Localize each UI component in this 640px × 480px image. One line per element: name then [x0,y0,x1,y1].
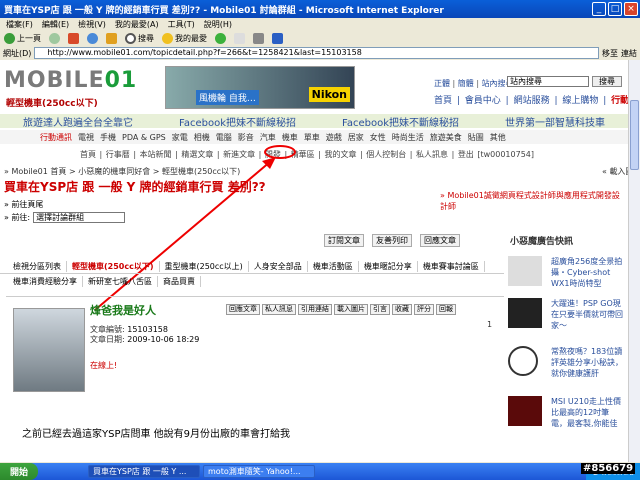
sidebar-ad[interactable]: 常熬夜嗎？183位讀評英雄分享小秘訣，就你健康護肝 [508,346,623,380]
forum-tab[interactable]: 機車消費經驗分享 [8,275,83,287]
laptop-thumbnail [508,396,542,426]
task-item[interactable]: 買車在YSP店 跟 一般 Y ... [88,465,200,478]
reply-button[interactable]: 回應文章 [226,304,260,315]
refresh-button[interactable] [87,32,98,44]
title-bar: 買車在YSP店 跟 一般 Y 牌的經銷車行買 差別?? - Mobile01 討… [0,0,640,18]
task-item[interactable]: moto測車隨笑- Yahoo!... [203,465,315,478]
rate-button[interactable]: 評分 [414,304,434,315]
subscribe-button[interactable]: 訂閱文章 [324,234,364,247]
mail-icon [234,32,245,44]
menu-bar: 檔案(F) 編輯(E) 檢視(V) 我的最愛(A) 工具(T) 說明(H) [0,18,640,30]
back-button[interactable]: 上一頁 [4,32,41,44]
bookmark-button[interactable]: 收藏 [392,304,412,315]
star-icon [162,32,173,44]
forum-tab[interactable]: 重型機車(250cc以上) [160,261,249,272]
job-notice-link[interactable]: » Mobile01誠徵網頁程式設計師與應用程式開發設計師 [440,190,620,212]
forum-tab-selected[interactable]: 輕型機車(250cc以下) [67,261,160,272]
refresh-icon [87,32,98,44]
vertical-scrollbar[interactable] [628,60,640,462]
goto-label: » 前往: [4,213,31,222]
go-button[interactable]: 移至 [602,48,618,59]
window-title: 買車在YSP店 跟 一般 Y 牌的經銷車行買 差別?? - Mobile01 討… [4,5,444,16]
back-arrow-icon [4,32,15,44]
toolbar: 上一頁 搜尋 我的最愛 [0,30,640,46]
search-icon [125,32,136,44]
forum-tabs-row2: 機車消費經驗分享 新研室七嘴八舌區 商品買賣 [0,274,504,288]
goto-forum: » 前往: 選擇討論群組 [4,212,126,223]
close-button[interactable]: × [624,2,638,16]
pm-button[interactable]: 私人訊息 [262,304,296,315]
home-button[interactable] [106,32,117,44]
post-index: 1 [487,320,493,329]
psp-thumbnail [508,298,542,328]
address-input[interactable]: http://www.mobile01.com/topicdetail.php?… [34,47,599,59]
breadcrumb[interactable]: » Mobile01 首頁 > 小惡魔的機車同好會 > 輕型機車(250cc以下… [4,166,240,177]
article-buttons: 訂閱文章 友善列印 回應文章 [324,234,460,247]
reply-article-button[interactable]: 回應文章 [420,234,460,247]
sidebar-ad[interactable]: 超廣角256度全景拍攝・Cyber-shot WX1時尚特型 [508,256,623,290]
post-number: 15103158 [127,325,168,334]
minimize-button[interactable]: _ [592,2,606,16]
maximize-button[interactable]: □ [608,2,622,16]
print-article-button[interactable]: 友善列印 [372,234,412,247]
print-button[interactable] [253,32,264,44]
report-button[interactable]: 回報 [436,304,456,315]
web-page: MOBILE01 輕型機車(250cc以下) 風機輪 自我… Nikon 正體 … [0,60,628,462]
scroll-thumb[interactable] [630,100,639,170]
post-actions: 回應文章 私人訊息 引用連結 載入圖片 引言 收藏 評分 回報 [226,304,456,315]
forum-select[interactable]: 選擇討論群組 [33,212,126,223]
link-button[interactable]: 引用連結 [298,304,332,315]
sidebar-ad[interactable]: MSI U210走上性價比最高的12吋筆電，最客製,你能佳 [508,396,623,436]
home-icon [106,32,117,44]
taskbar: 開始 買車在YSP店 跟 一般 Y ... moto測車隨笑- Yahoo!..… [0,463,640,480]
forum-tab[interactable]: 機車暱記分享 [359,261,418,272]
forward-button[interactable] [49,32,60,44]
load-images-link[interactable]: « 載入圖片 [602,166,628,177]
forward-arrow-icon [49,32,60,44]
avatar[interactable] [13,308,85,392]
sidebar-heading: 小惡魔廣告快訊 [510,237,574,247]
forum-tab[interactable]: 機車活動區 [308,261,359,272]
history-button[interactable] [215,32,226,44]
menu-edit[interactable]: 編輯(E) [42,19,69,30]
address-label: 網址(D) [3,48,32,58]
word-button[interactable] [272,32,283,44]
post-body: 之前已經去過這家YSP店問車 他說有9月份出廠的車會打給我 [22,429,291,440]
forum-tab[interactable]: 檢視分區列表 [8,261,67,272]
search-button[interactable]: 搜尋 [125,32,154,44]
post-author[interactable]: 烽爸我是好人 [90,302,156,318]
post-date: 2009-10-06 18:29 [127,335,200,344]
sidebar-ad[interactable]: 大躍進！PSP GO現在只要半價就可帶回家～ [508,298,623,332]
menu-view[interactable]: 檢視(V) [78,19,106,30]
load-images-button[interactable]: 載入圖片 [334,304,368,315]
forum-tab[interactable]: 新研室七嘴八舌區 [83,275,158,287]
menu-file[interactable]: 檔案(F) [6,19,33,30]
stop-button[interactable] [68,32,79,44]
menu-tools[interactable]: 工具(T) [168,19,195,30]
forum-tab[interactable]: 人身安全部品 [249,261,308,272]
mail-button[interactable] [234,32,245,44]
post-id-watermark: #856679 [581,463,636,474]
clock-thumbnail [508,346,538,376]
history-icon [215,32,226,44]
favorites-button[interactable]: 我的最愛 [162,32,207,44]
online-status: 在線上! [90,361,118,370]
start-button[interactable]: 開始 [0,463,38,480]
forum-tab[interactable]: 商品買賣 [158,275,201,287]
word-icon [272,32,283,44]
menu-favorites[interactable]: 我的最愛(A) [115,19,159,30]
page-title: 買車在YSP店 跟 一般 Y 牌的經銷車行買 差別?? [4,180,266,194]
forum-tab[interactable]: 機車賽事討論區 [418,261,485,272]
links-label[interactable]: 連結 [621,48,637,59]
camera-thumbnail [508,256,542,286]
menu-help[interactable]: 說明(H) [204,19,232,30]
goto-bottom-link[interactable]: » 前往頁尾 [4,199,43,210]
stop-icon [68,32,79,44]
print-icon [253,32,264,44]
address-bar: 網址(D) http://www.mobile01.com/topicdetai… [0,46,640,60]
quote-button[interactable]: 引言 [370,304,390,315]
post-meta: 文章編號: 15103158 文章日期: 2009-10-06 18:29 [90,325,200,344]
forum-tabs-row1: 檢視分區列表 輕型機車(250cc以下) 重型機車(250cc以上) 人身安全部… [0,260,504,274]
